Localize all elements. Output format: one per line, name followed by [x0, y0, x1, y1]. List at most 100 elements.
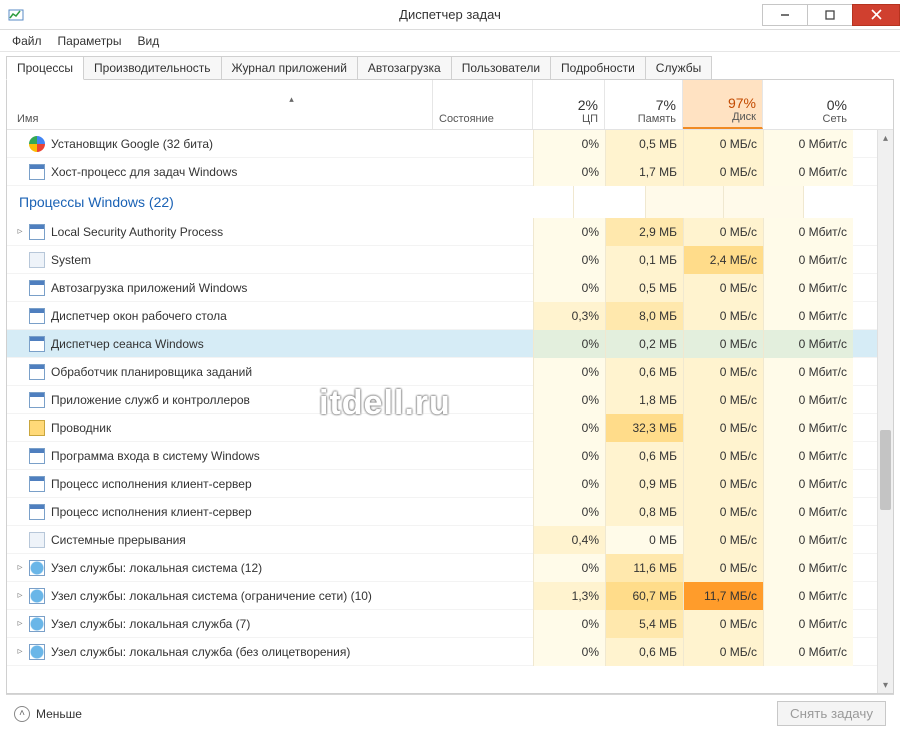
cell-network: 0 Мбит/с — [763, 158, 853, 186]
process-name: Системные прерывания — [51, 533, 186, 547]
tab-performance[interactable]: Производительность — [83, 56, 221, 79]
process-row[interactable]: Системные прерывания 0,4% 0 МБ 0 МБ/с 0 … — [7, 526, 893, 554]
process-row[interactable]: ▹ Узел службы: локальная служба (7) 0% 5… — [7, 610, 893, 638]
process-icon — [29, 504, 45, 520]
cell-network: 0 Мбит/с — [763, 610, 853, 638]
cell-network: 0 Мбит/с — [763, 582, 853, 610]
fewer-details-button[interactable]: ˄ Меньше — [14, 706, 82, 722]
tab-details[interactable]: Подробности — [550, 56, 646, 79]
tab-processes[interactable]: Процессы — [6, 56, 84, 80]
expand-icon[interactable]: ▹ — [13, 590, 27, 601]
process-row[interactable]: ▹ Узел службы: локальная система (ограни… — [7, 582, 893, 610]
cell-disk: 0 МБ/с — [683, 386, 763, 414]
expand-icon[interactable]: ▹ — [13, 562, 27, 573]
cell-status — [433, 130, 533, 158]
process-icon — [29, 420, 45, 436]
scroll-up-icon[interactable]: ▴ — [878, 130, 893, 146]
cell-cpu: 0% — [533, 610, 605, 638]
tab-startup[interactable]: Автозагрузка — [357, 56, 452, 79]
menu-options[interactable]: Параметры — [50, 32, 130, 50]
process-icon — [29, 336, 45, 352]
process-row[interactable]: Проводник 0% 32,3 МБ 0 МБ/с 0 Мбит/с — [7, 414, 893, 442]
cell-disk: 0 МБ/с — [683, 358, 763, 386]
cell-disk: 2,4 МБ/с — [683, 246, 763, 274]
expand-icon[interactable]: ▹ — [13, 646, 27, 657]
process-row[interactable]: Диспетчер сеанса Windows 0% 0,2 МБ 0 МБ/… — [7, 330, 893, 358]
header-status[interactable]: Состояние — [433, 80, 533, 129]
cell-disk: 0 МБ/с — [683, 638, 763, 666]
cell-cpu: 0% — [533, 358, 605, 386]
process-row[interactable]: System 0% 0,1 МБ 2,4 МБ/с 0 Мбит/с — [7, 246, 893, 274]
menu-file[interactable]: Файл — [4, 32, 50, 50]
process-name: Приложение служб и контроллеров — [51, 393, 250, 407]
cell-cpu: 0% — [533, 246, 605, 274]
tab-app-history[interactable]: Журнал приложений — [221, 56, 358, 79]
cell-cpu: 0% — [533, 274, 605, 302]
process-row[interactable]: ▹ Local Security Authority Process 0% 2,… — [7, 218, 893, 246]
process-icon — [29, 364, 45, 380]
header-disk[interactable]: 97% Диск — [683, 80, 763, 129]
vertical-scrollbar[interactable]: ▴ ▾ — [877, 130, 893, 693]
cell-network: 0 Мбит/с — [763, 274, 853, 302]
cell-cpu: 0% — [533, 130, 605, 158]
cell-network: 0 Мбит/с — [763, 386, 853, 414]
process-row[interactable]: Обработчик планировщика заданий 0% 0,6 М… — [7, 358, 893, 386]
cell-disk: 0 МБ/с — [683, 274, 763, 302]
process-name: Процесс исполнения клиент-сервер — [51, 477, 252, 491]
process-row[interactable]: ▹ Узел службы: локальная служба (без оли… — [7, 638, 893, 666]
cell-memory: 2,9 МБ — [605, 218, 683, 246]
close-button[interactable] — [852, 4, 900, 26]
scroll-thumb[interactable] — [880, 430, 891, 510]
process-row[interactable]: Программа входа в систему Windows 0% 0,6… — [7, 442, 893, 470]
process-name: Программа входа в систему Windows — [51, 449, 260, 463]
process-row[interactable]: Установщик Google (32 бита) 0% 0,5 МБ 0 … — [7, 130, 893, 158]
cell-status — [433, 442, 533, 470]
expand-icon[interactable]: ▹ — [13, 618, 27, 629]
header-network[interactable]: 0% Сеть — [763, 80, 853, 129]
cell-status — [433, 358, 533, 386]
process-name: Диспетчер сеанса Windows — [51, 337, 204, 351]
menu-view[interactable]: Вид — [129, 32, 167, 50]
expand-icon[interactable]: ▹ — [13, 226, 27, 237]
tab-users[interactable]: Пользователи — [451, 56, 551, 79]
cell-disk: 0 МБ/с — [683, 130, 763, 158]
process-row[interactable]: Процесс исполнения клиент-сервер 0% 0,9 … — [7, 470, 893, 498]
scroll-down-icon[interactable]: ▾ — [878, 677, 893, 693]
cell-cpu: 0% — [533, 442, 605, 470]
cell-memory: 5,4 МБ — [605, 610, 683, 638]
cell-status — [433, 526, 533, 554]
process-row[interactable]: Диспетчер окон рабочего стола 0,3% 8,0 М… — [7, 302, 893, 330]
process-icon — [29, 448, 45, 464]
cell-memory: 0,6 МБ — [605, 638, 683, 666]
header-name[interactable]: ▴ Имя — [7, 80, 433, 129]
cell-memory: 0,2 МБ — [605, 330, 683, 358]
cell-status — [433, 218, 533, 246]
cell-disk: 0 МБ/с — [683, 470, 763, 498]
process-row[interactable]: Приложение служб и контроллеров 0% 1,8 М… — [7, 386, 893, 414]
cell-status — [433, 274, 533, 302]
process-row[interactable]: Автозагрузка приложений Windows 0% 0,5 М… — [7, 274, 893, 302]
cell-memory: 32,3 МБ — [605, 414, 683, 442]
cell-network: 0 Мбит/с — [763, 638, 853, 666]
sort-indicator-icon: ▴ — [157, 94, 426, 105]
tab-services[interactable]: Службы — [645, 56, 712, 79]
process-row[interactable]: ▹ Узел службы: локальная система (12) 0%… — [7, 554, 893, 582]
process-name: Хост-процесс для задач Windows — [51, 165, 237, 179]
end-task-button[interactable]: Снять задачу — [777, 701, 886, 726]
cell-cpu: 0% — [533, 554, 605, 582]
process-row[interactable]: Хост-процесс для задач Windows 0% 1,7 МБ… — [7, 158, 893, 186]
process-icon — [29, 560, 45, 576]
cell-disk: 11,7 МБ/с — [683, 582, 763, 610]
cell-memory: 0,5 МБ — [605, 274, 683, 302]
cell-memory: 11,6 МБ — [605, 554, 683, 582]
group-header-windows-processes[interactable]: Процессы Windows (22) — [7, 186, 893, 218]
cell-cpu: 0% — [533, 218, 605, 246]
cell-memory: 0,6 МБ — [605, 358, 683, 386]
minimize-button[interactable] — [762, 4, 808, 26]
cell-cpu: 0% — [533, 330, 605, 358]
maximize-button[interactable] — [807, 4, 853, 26]
cell-disk: 0 МБ/с — [683, 442, 763, 470]
header-memory[interactable]: 7% Память — [605, 80, 683, 129]
header-cpu[interactable]: 2% ЦП — [533, 80, 605, 129]
process-row[interactable]: Процесс исполнения клиент-сервер 0% 0,8 … — [7, 498, 893, 526]
